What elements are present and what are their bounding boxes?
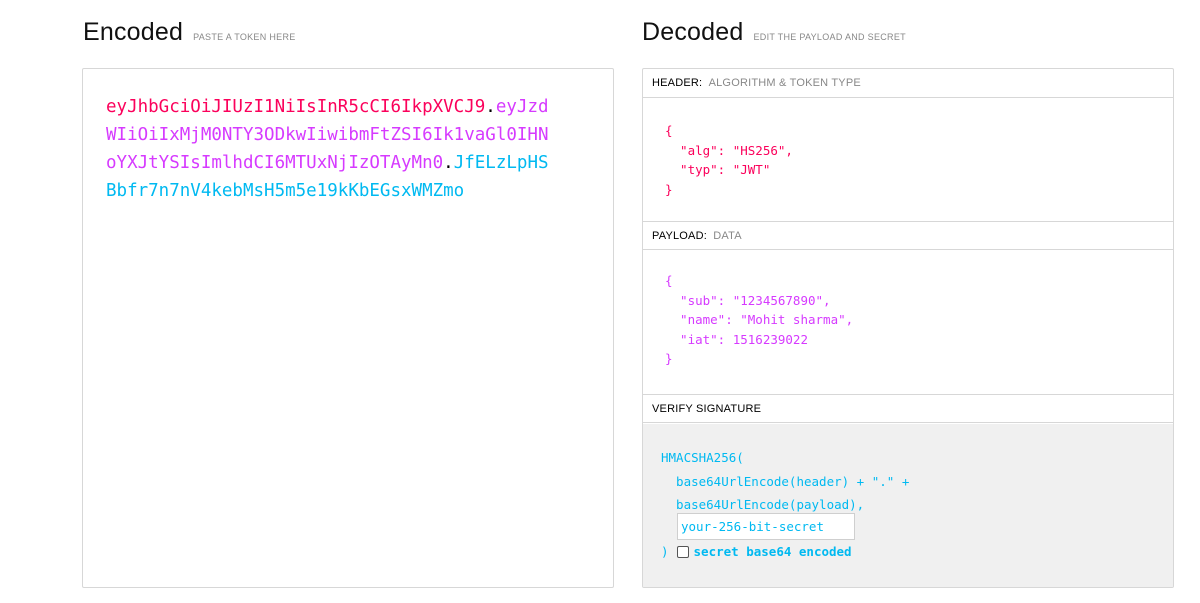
encoded-subtitle: PASTE A TOKEN HERE <box>193 32 296 42</box>
signature-section-label: VERIFY SIGNATURE <box>652 403 762 415</box>
signature-close-row: ) secret base64 encoded <box>661 544 852 559</box>
decoded-panel: HEADER: ALGORITHM & TOKEN TYPE { "alg": … <box>642 68 1174 588</box>
base64-checkbox[interactable] <box>676 545 689 558</box>
encoded-token-editor[interactable]: eyJhbGciOiJIUzI1NiIsInR5cCI6IkpXVCJ9.eyJ… <box>82 68 614 588</box>
signature-area: HMACSHA256( base64UrlEncode(header) + ".… <box>643 424 1173 587</box>
encoded-title: Encoded <box>83 18 184 46</box>
encoded-token-text[interactable]: eyJhbGciOiJIUzI1NiIsInR5cCI6IkpXVCJ9.eyJ… <box>106 93 556 205</box>
decoded-title-group: Decoded EDIT THE PAYLOAD AND SECRET <box>642 18 906 47</box>
secret-input[interactable] <box>677 513 855 540</box>
token-dot: . <box>443 153 454 173</box>
encoded-title-group: Encoded PASTE A TOKEN HERE <box>83 18 296 47</box>
header-json-editor[interactable]: { "alg": "HS256", "typ": "JWT" } <box>665 121 793 199</box>
header-section-sublabel: ALGORITHM & TOKEN TYPE <box>708 77 861 89</box>
token-header-part: eyJhbGciOiJIUzI1NiIsInR5cCI6IkpXVCJ9 <box>106 97 486 117</box>
signature-section-title: VERIFY SIGNATURE <box>643 394 1173 423</box>
signature-code: HMACSHA256( base64UrlEncode(header) + ".… <box>661 450 910 512</box>
base64-label[interactable]: secret base64 encoded <box>694 544 852 559</box>
header-section-label: HEADER: <box>652 77 703 89</box>
payload-json-editor[interactable]: { "sub": "1234567890", "name": "Mohit sh… <box>665 271 853 369</box>
decoded-subtitle: EDIT THE PAYLOAD AND SECRET <box>753 32 906 42</box>
payload-section-label: PAYLOAD: <box>652 230 707 242</box>
header-section-title: HEADER: ALGORITHM & TOKEN TYPE <box>643 69 1173 98</box>
payload-section-title: PAYLOAD: DATA <box>643 221 1173 250</box>
token-dot: . <box>485 97 496 117</box>
close-paren: ) <box>661 544 669 559</box>
decoded-title: Decoded <box>642 18 744 46</box>
payload-section-sublabel: DATA <box>713 230 742 242</box>
